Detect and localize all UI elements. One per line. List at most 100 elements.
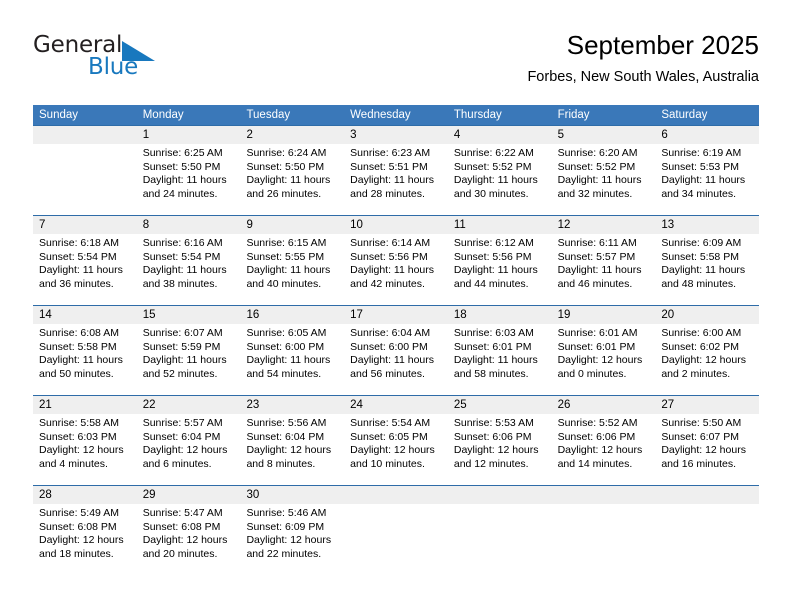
day-cell[interactable]: 21 Sunrise: 5:58 AM Sunset: 6:03 PM Dayligh… bbox=[33, 396, 137, 485]
day-details: Sunrise: 6:09 AM Sunset: 5:58 PM Daylight:… bbox=[655, 234, 759, 291]
day-daylight1-text: Daylight: 11 hours bbox=[246, 174, 331, 187]
day-details: Sunrise: 6:00 AM Sunset: 6:02 PM Daylight:… bbox=[655, 324, 759, 381]
weekday-header-wednesday: Wednesday bbox=[350, 109, 411, 121]
day-cell[interactable]: 9 Sunrise: 6:15 AM Sunset: 5:55 PM Daylight… bbox=[240, 216, 345, 305]
day-daylight2-text: and 50 minutes. bbox=[39, 367, 114, 380]
day-details: Sunrise: 5:53 AM Sunset: 6:06 PM Daylight:… bbox=[448, 414, 552, 471]
day-sunrise-text: Sunrise: 5:57 AM bbox=[142, 417, 223, 429]
calendar-grid: Sunday Monday Tuesday Wednesday Thursday Frid… bbox=[33, 105, 760, 575]
day-sunrise-text: Sunrise: 6:04 AM bbox=[350, 327, 431, 339]
day-details: Sunrise: 5:54 AM Sunset: 6:05 PM Daylight:… bbox=[344, 414, 448, 471]
day-details: Sunrise: 5:49 AM Sunset: 6:08 PM Daylight:… bbox=[33, 504, 137, 561]
day-cell[interactable]: 14 Sunrise: 6:08 AM Sunset: 5:58 PM Dayligh… bbox=[33, 306, 137, 395]
day-cell[interactable]: 27 Sunrise: 5:50 AM Sunset: 6:07 PM Dayligh… bbox=[655, 396, 760, 485]
day-cell[interactable]: 23 Sunrise: 5:56 AM Sunset: 6:04 PM Dayligh… bbox=[240, 396, 345, 485]
day-daylight1-text: Daylight: 11 hours bbox=[453, 174, 538, 187]
day-cell[interactable]: 17 Sunrise: 6:04 AM Sunset: 6:00 PM Dayligh… bbox=[344, 306, 448, 395]
day-daylight1-text: Daylight: 11 hours bbox=[350, 174, 435, 187]
day-sunset-text: Sunset: 6:09 PM bbox=[246, 520, 325, 533]
day-cell[interactable]: 28 Sunrise: 5:49 AM Sunset: 6:08 PM Dayligh… bbox=[33, 486, 137, 575]
general-blue-logo[interactable]: General Blue bbox=[33, 32, 213, 88]
day-daylight1-text: Daylight: 11 hours bbox=[661, 264, 746, 277]
day-cell[interactable]: 2 Sunrise: 6:24 AM Sunset: 5:50 PM Daylight… bbox=[240, 126, 345, 215]
day-cell[interactable]: 5 Sunrise: 6:20 AM Sunset: 5:52 PM Daylight… bbox=[551, 126, 656, 215]
day-daylight1-text: Daylight: 12 hours bbox=[142, 444, 228, 457]
day-daylight1-text: Daylight: 12 hours bbox=[557, 354, 643, 367]
day-number bbox=[448, 486, 552, 504]
day-details: Sunrise: 6:01 AM Sunset: 6:01 PM Daylight:… bbox=[552, 324, 656, 381]
day-sunset-text: Sunset: 5:50 PM bbox=[142, 160, 221, 173]
day-cell[interactable]: 19 Sunrise: 6:01 AM Sunset: 6:01 PM Dayligh… bbox=[551, 306, 656, 395]
day-details: Sunrise: 6:05 AM Sunset: 6:00 PM Daylight:… bbox=[240, 324, 344, 381]
day-sunrise-text: Sunrise: 6:25 AM bbox=[142, 147, 223, 159]
day-cell[interactable]: 13 Sunrise: 6:09 AM Sunset: 5:58 PM Dayligh… bbox=[655, 216, 760, 305]
day-number: 6 bbox=[661, 129, 668, 141]
calendar-weeks: 1 Sunrise: 6:25 AM Sunset: 5:50 PM Daylight… bbox=[33, 125, 760, 575]
logo-text-blue: Blue bbox=[88, 54, 139, 80]
day-sunset-text: Sunset: 6:08 PM bbox=[142, 520, 221, 533]
day-number: 5 bbox=[557, 129, 564, 141]
day-cell[interactable]: 16 Sunrise: 6:05 AM Sunset: 6:00 PM Dayligh… bbox=[240, 306, 345, 395]
day-cell[interactable]: 11 Sunrise: 6:12 AM Sunset: 5:56 PM Dayligh… bbox=[447, 216, 552, 305]
day-daylight1-text: Daylight: 12 hours bbox=[142, 534, 228, 547]
day-daylight2-text: and 52 minutes. bbox=[142, 367, 218, 380]
day-details: Sunrise: 5:50 AM Sunset: 6:07 PM Daylight:… bbox=[655, 414, 759, 471]
day-daylight2-text: and 30 minutes. bbox=[453, 187, 529, 200]
day-details: Sunrise: 6:03 AM Sunset: 6:01 PM Daylight:… bbox=[448, 324, 552, 381]
day-number: 23 bbox=[246, 399, 260, 411]
day-cell[interactable]: 18 Sunrise: 6:03 AM Sunset: 6:01 PM Dayligh… bbox=[447, 306, 552, 395]
day-daylight2-text: and 18 minutes. bbox=[39, 547, 114, 560]
day-daylight2-text: and 54 minutes. bbox=[246, 367, 322, 380]
day-daylight1-text: Daylight: 11 hours bbox=[142, 354, 227, 367]
day-sunrise-text: Sunrise: 5:58 AM bbox=[39, 417, 119, 429]
day-details: Sunrise: 5:46 AM Sunset: 6:09 PM Daylight:… bbox=[240, 504, 344, 561]
day-daylight1-text: Daylight: 11 hours bbox=[350, 354, 435, 367]
day-daylight2-text: and 2 minutes. bbox=[661, 367, 731, 380]
day-cell[interactable]: 3 Sunrise: 6:23 AM Sunset: 5:51 PM Daylight… bbox=[344, 126, 448, 215]
day-daylight1-text: Daylight: 11 hours bbox=[246, 354, 331, 367]
day-details: Sunrise: 5:58 AM Sunset: 6:03 PM Daylight:… bbox=[33, 414, 137, 471]
day-sunrise-text: Sunrise: 5:52 AM bbox=[557, 417, 638, 429]
day-sunset-text: Sunset: 6:01 PM bbox=[453, 340, 532, 353]
day-sunset-text: Sunset: 5:54 PM bbox=[39, 250, 117, 263]
day-cell[interactable]: 24 Sunrise: 5:54 AM Sunset: 6:05 PM Dayligh… bbox=[344, 396, 448, 485]
day-cell[interactable]: 8 Sunrise: 6:16 AM Sunset: 5:54 PM Daylight… bbox=[136, 216, 241, 305]
day-cell[interactable]: 25 Sunrise: 5:53 AM Sunset: 6:06 PM Dayligh… bbox=[447, 396, 552, 485]
day-cell[interactable]: 15 Sunrise: 6:07 AM Sunset: 5:59 PM Dayligh… bbox=[136, 306, 241, 395]
day-sunset-text: Sunset: 5:54 PM bbox=[142, 250, 221, 263]
day-cell[interactable]: 12 Sunrise: 6:11 AM Sunset: 5:57 PM Dayligh… bbox=[551, 216, 656, 305]
day-daylight1-text: Daylight: 11 hours bbox=[39, 264, 123, 277]
day-sunset-text: Sunset: 5:53 PM bbox=[661, 160, 739, 173]
day-cell[interactable]: 6 Sunrise: 6:19 AM Sunset: 5:53 PM Daylight… bbox=[655, 126, 760, 215]
page-title: September 2025 bbox=[566, 30, 759, 60]
day-sunset-text: Sunset: 6:00 PM bbox=[350, 340, 428, 353]
day-daylight1-text: Daylight: 12 hours bbox=[453, 444, 539, 457]
day-daylight1-text: Daylight: 11 hours bbox=[453, 354, 538, 367]
day-cell[interactable]: 1 Sunrise: 6:25 AM Sunset: 5:50 PM Daylight… bbox=[136, 126, 241, 215]
day-cell[interactable]: 26 Sunrise: 5:52 AM Sunset: 6:06 PM Dayligh… bbox=[551, 396, 656, 485]
calendar-week-row: 1 Sunrise: 6:25 AM Sunset: 5:50 PM Daylight… bbox=[33, 125, 760, 215]
day-sunrise-text: Sunrise: 6:03 AM bbox=[453, 327, 534, 339]
day-cell[interactable]: 30 Sunrise: 5:46 AM Sunset: 6:09 PM Dayligh… bbox=[240, 486, 345, 575]
weekday-header-monday: Monday bbox=[142, 109, 184, 121]
day-cell[interactable]: 29 Sunrise: 5:47 AM Sunset: 6:08 PM Dayligh… bbox=[136, 486, 241, 575]
day-number bbox=[552, 486, 656, 504]
day-cell[interactable]: 20 Sunrise: 6:00 AM Sunset: 6:02 PM Dayligh… bbox=[655, 306, 760, 395]
day-cell-empty bbox=[447, 486, 552, 575]
day-sunrise-text: Sunrise: 6:00 AM bbox=[661, 327, 742, 339]
title-block: September 2025 Forbes, New South Wales, … bbox=[527, 28, 759, 88]
day-number: 16 bbox=[246, 309, 260, 321]
day-cell[interactable]: 7 Sunrise: 6:18 AM Sunset: 5:54 PM Daylight… bbox=[33, 216, 137, 305]
day-sunrise-text: Sunrise: 6:19 AM bbox=[661, 147, 742, 159]
day-cell[interactable]: 22 Sunrise: 5:57 AM Sunset: 6:04 PM Dayligh… bbox=[136, 396, 241, 485]
day-daylight1-text: Daylight: 11 hours bbox=[350, 264, 435, 277]
day-cell[interactable]: 10 Sunrise: 6:14 AM Sunset: 5:56 PM Dayligh… bbox=[344, 216, 448, 305]
day-sunrise-text: Sunrise: 6:12 AM bbox=[453, 237, 534, 249]
day-cell[interactable]: 4 Sunrise: 6:22 AM Sunset: 5:52 PM Daylight… bbox=[447, 126, 552, 215]
day-daylight1-text: Daylight: 11 hours bbox=[246, 264, 331, 277]
day-daylight2-text: and 14 minutes. bbox=[557, 457, 633, 470]
day-sunrise-text: Sunrise: 6:23 AM bbox=[350, 147, 431, 159]
weekday-header-tuesday: Tuesday bbox=[246, 109, 291, 121]
day-sunrise-text: Sunrise: 5:47 AM bbox=[142, 507, 223, 519]
day-number: 14 bbox=[39, 309, 52, 321]
